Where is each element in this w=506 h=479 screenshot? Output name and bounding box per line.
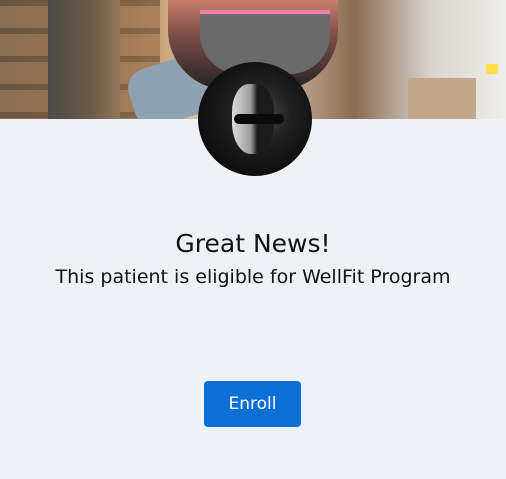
box-decoration <box>408 78 476 119</box>
eligibility-card: Great News! This patient is eligible for… <box>0 0 506 479</box>
headline: Great News! <box>175 229 331 258</box>
eligibility-message: This patient is eligible for WellFit Pro… <box>55 266 451 288</box>
enroll-button[interactable]: Enroll <box>204 381 301 427</box>
patient-avatar <box>198 62 312 176</box>
avatar-eyes <box>234 114 284 124</box>
shelf-decoration <box>0 0 48 119</box>
exit-sign <box>486 64 498 74</box>
